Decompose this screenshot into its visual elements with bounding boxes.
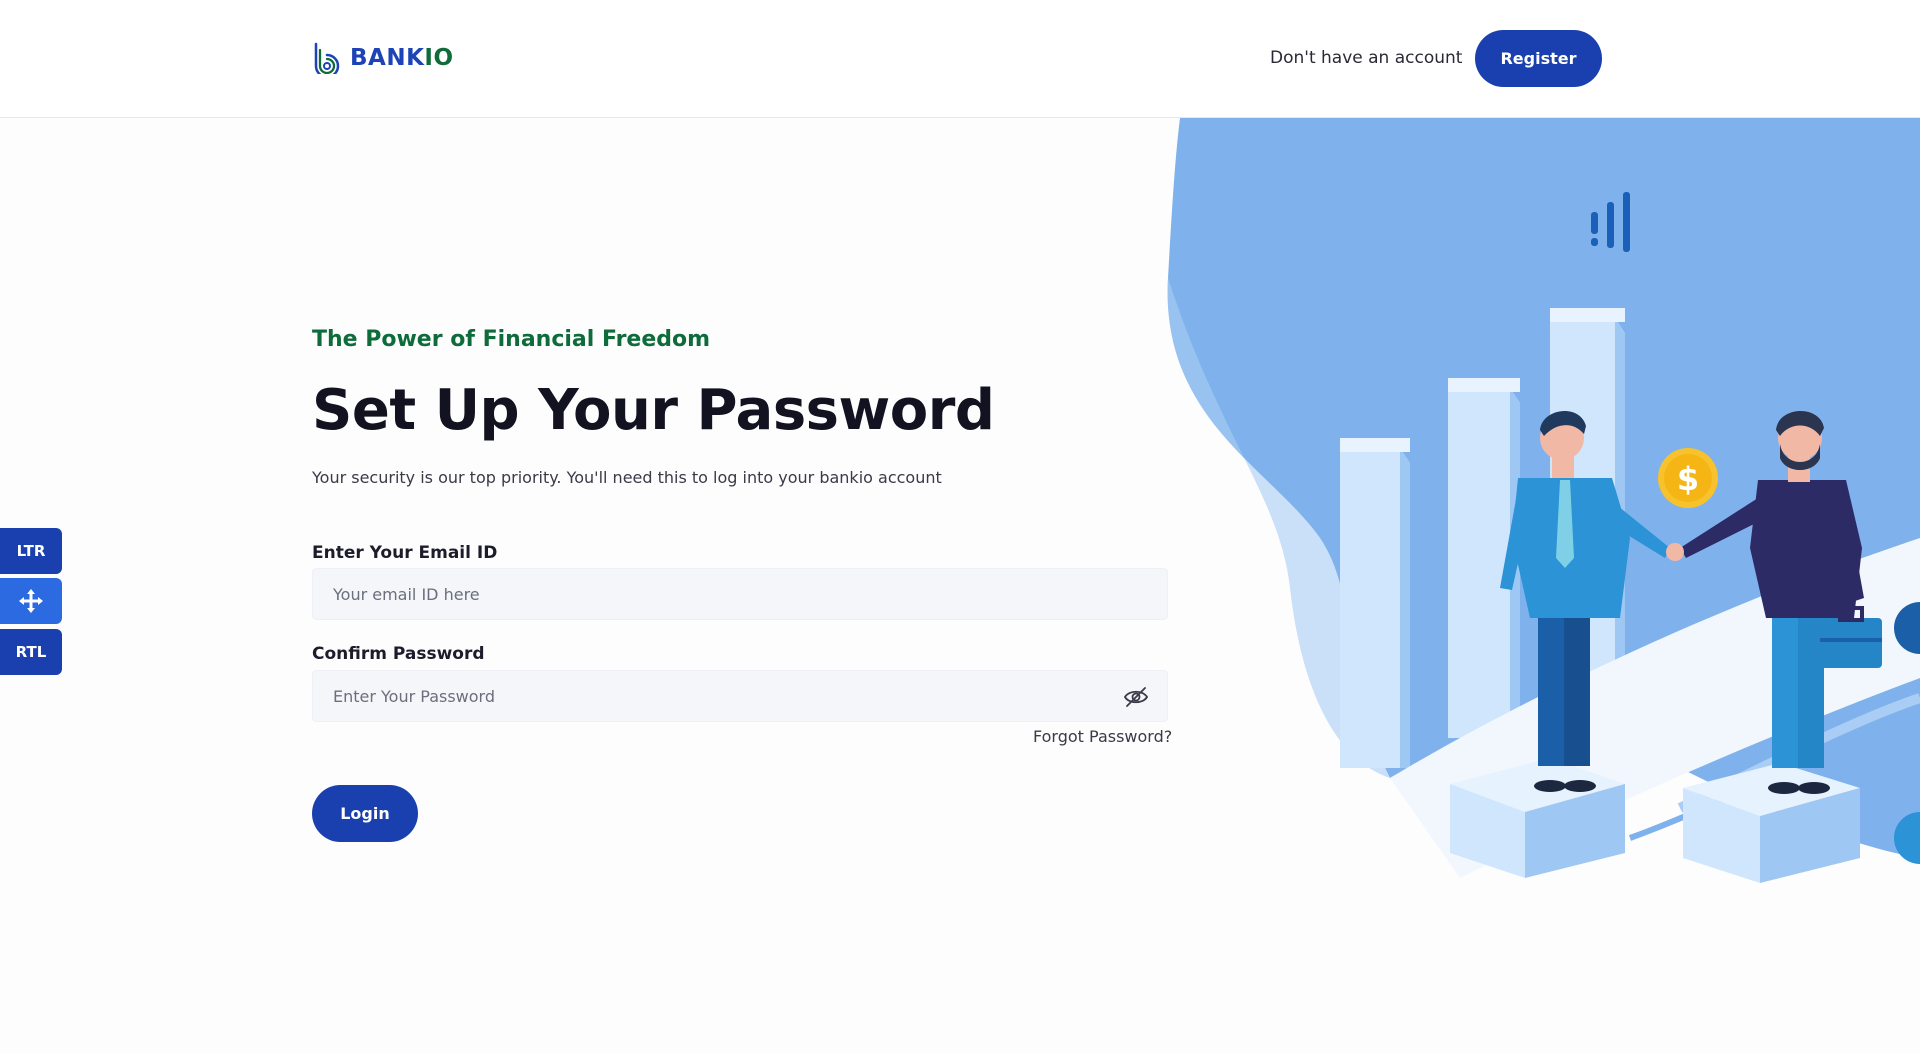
move-arrows-icon [19,589,43,613]
password-field[interactable] [313,671,1167,721]
handshake-hands [1666,543,1684,561]
move-toggle[interactable] [0,578,62,624]
rtl-toggle[interactable]: RTL [0,629,62,675]
brand-logo[interactable]: BANKIO [312,42,454,74]
forgot-password-link[interactable]: Forgot Password? [1033,727,1172,746]
dollar-coin-icon: $ [1658,448,1718,508]
svg-text:$: $ [1677,460,1699,498]
password-field-wrapper [312,670,1168,722]
password-label: Confirm Password [312,644,485,664]
page-subtitle: Your security is our top priority. You'l… [312,468,942,487]
handshake-illustration: $ [1167,118,1920,883]
brand-name-suffix: IO [424,45,454,71]
ltr-toggle[interactable]: LTR [0,528,62,574]
no-account-text: Don't have an account [1270,48,1463,68]
top-header: BANKIO Don't have an account Register [0,0,1920,118]
email-label: Enter Your Email ID [312,543,498,563]
email-field[interactable] [313,569,1167,619]
register-button[interactable]: Register [1475,30,1602,87]
login-button[interactable]: Login [312,785,418,842]
brand-name: BANKIO [350,45,454,71]
page-title: Set Up Your Password [312,378,995,443]
email-field-wrapper [312,568,1168,620]
eye-slash-icon[interactable] [1123,685,1149,709]
bankio-logo-icon [314,42,340,74]
tagline: The Power of Financial Freedom [312,327,711,352]
brand-name-prefix: BANK [350,45,425,71]
